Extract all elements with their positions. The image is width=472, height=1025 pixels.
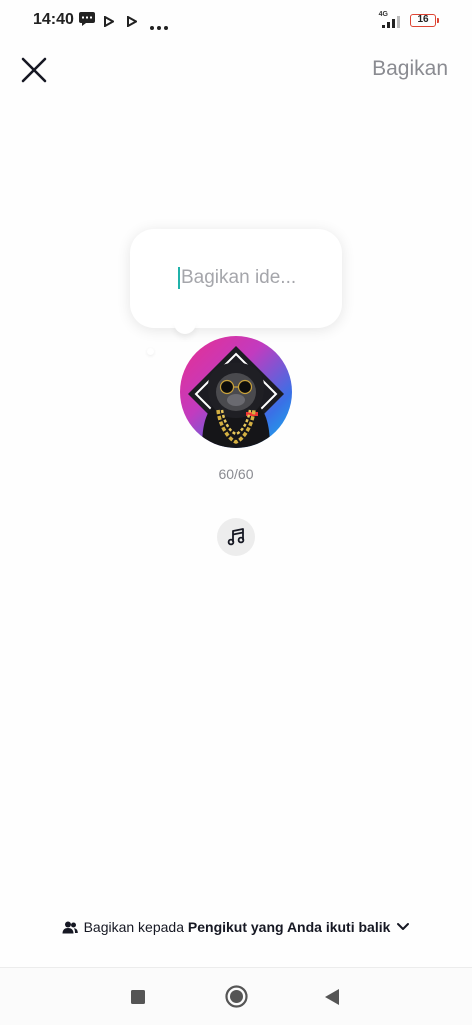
audience-selection: Pengikut yang Anda ikuti balik — [187, 919, 391, 935]
battery-icon: 16 — [410, 14, 439, 27]
cat-avatar-image — [188, 346, 284, 448]
bubble-tail — [174, 322, 196, 334]
play-store-icon — [127, 14, 139, 32]
close-icon — [21, 57, 47, 83]
circle-icon — [225, 985, 248, 1008]
back-button[interactable] — [324, 988, 340, 1011]
users-icon — [62, 921, 78, 933]
audience-selector[interactable]: Bagikan kepada Pengikut yang Anda ikuti … — [0, 919, 472, 937]
signal-icon — [382, 15, 402, 33]
battery-level: 16 — [417, 14, 429, 25]
idea-placeholder: Bagikan ide... — [181, 267, 297, 288]
status-bar: 14:40 4G 16 — [0, 0, 472, 40]
home-button[interactable] — [225, 985, 248, 1013]
square-icon — [131, 990, 145, 1004]
character-counter: 60/60 — [218, 466, 254, 482]
status-time: 14:40 — [33, 11, 74, 28]
idea-input[interactable]: Bagikan ide... — [178, 266, 328, 290]
chevron-down-icon — [397, 923, 410, 930]
play-store-icon — [104, 14, 116, 32]
more-dots-icon — [150, 17, 168, 35]
recents-button[interactable] — [130, 989, 146, 1010]
idea-bubble: Bagikan ide... — [130, 229, 342, 328]
audience-prefix: Bagikan kepada — [83, 919, 184, 935]
text-caret — [178, 267, 180, 289]
add-music-button[interactable] — [217, 518, 255, 556]
share-button[interactable]: Bagikan — [372, 57, 448, 81]
message-icon — [79, 12, 95, 31]
music-note-icon — [227, 528, 245, 546]
avatar — [180, 336, 292, 448]
bubble-tail-dot — [147, 348, 154, 355]
close-button[interactable] — [18, 54, 50, 86]
triangle-back-icon — [325, 989, 339, 1005]
system-nav-bar — [0, 967, 472, 1025]
